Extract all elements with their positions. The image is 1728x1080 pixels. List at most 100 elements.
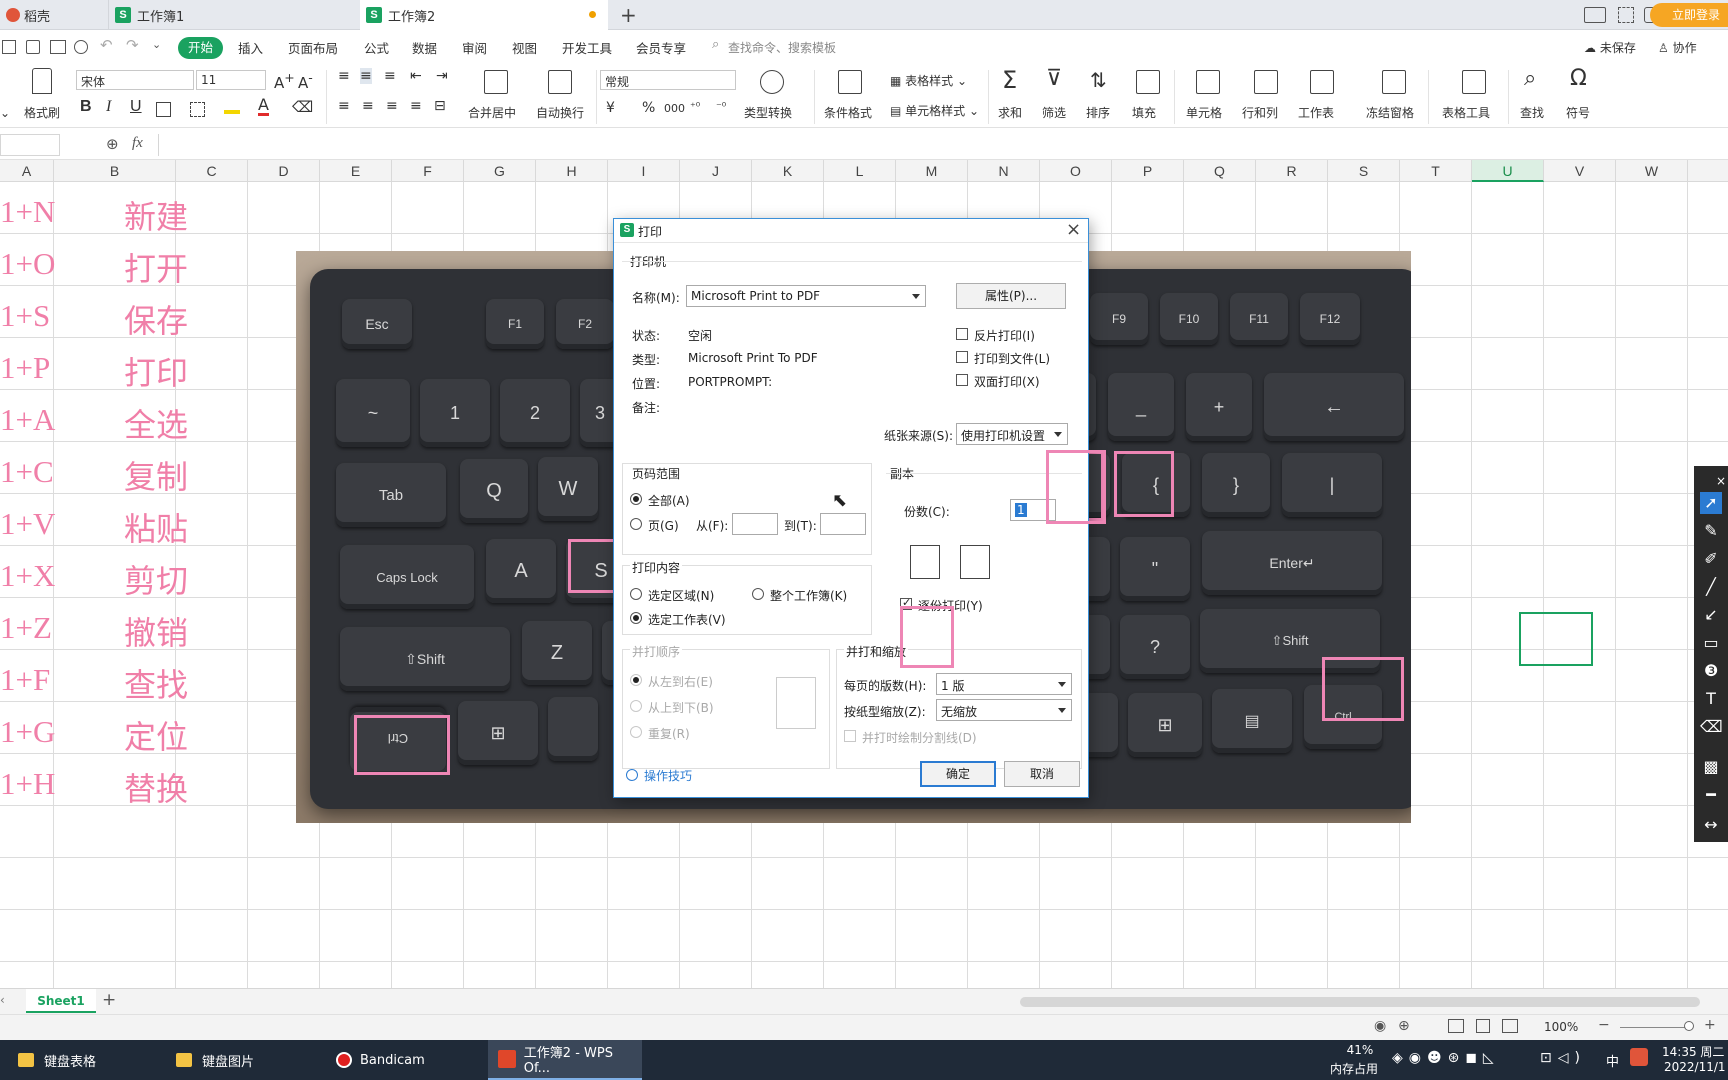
tips-link[interactable]: 操作技巧: [644, 767, 692, 784]
top-to-bottom-radio[interactable]: [630, 700, 642, 712]
line-width-icon[interactable]: ━: [1700, 784, 1722, 806]
decrease-decimal-icon[interactable]: ⁻⁰: [716, 100, 726, 113]
collaborate-button[interactable]: ♙ 协作: [1658, 39, 1697, 56]
format-painter-button[interactable]: 格式刷: [24, 104, 60, 121]
printer-name-select[interactable]: Microsoft Print to PDF: [686, 285, 926, 307]
export-icon[interactable]: [26, 40, 40, 54]
column-header-i[interactable]: I: [608, 160, 680, 182]
cell-b7[interactable]: 粘贴: [124, 504, 188, 550]
column-header-n[interactable]: N: [968, 160, 1040, 182]
align-center-icon[interactable]: ≡: [362, 98, 374, 114]
paper-source-select[interactable]: 使用打印机设置: [956, 423, 1068, 445]
taskbar-item-bandicam[interactable]: Bandicam: [326, 1040, 486, 1080]
align-top-icon[interactable]: ≡: [338, 68, 350, 84]
menu-member[interactable]: 会员专享: [636, 38, 686, 57]
sheet-tab-sheet1[interactable]: Sheet1: [26, 989, 96, 1013]
undo-icon[interactable]: ↶: [100, 36, 113, 54]
print-preview-icon[interactable]: [74, 40, 88, 54]
column-header-s[interactable]: S: [1328, 160, 1400, 182]
color-picker-icon[interactable]: ▩: [1700, 756, 1722, 778]
eraser-icon[interactable]: ⌫: [1700, 716, 1723, 738]
menu-data[interactable]: 数据: [412, 38, 437, 57]
draw-borders-checkbox[interactable]: [844, 730, 856, 742]
cloud-unsaved-status[interactable]: ☁ 未保存: [1584, 39, 1636, 56]
selection-radio[interactable]: [630, 588, 642, 600]
increase-font-icon[interactable]: A+: [274, 70, 295, 92]
taskbar-item-keyboard-images[interactable]: 键盘图片: [162, 1040, 322, 1080]
distributed-icon[interactable]: ⊟: [434, 98, 446, 114]
conditional-format-button[interactable]: 条件格式: [824, 104, 872, 121]
symbol-button[interactable]: 符号: [1566, 104, 1590, 121]
column-header-v[interactable]: V: [1544, 160, 1616, 182]
reverse-print-checkbox[interactable]: [956, 328, 968, 340]
login-button[interactable]: 立即登录: [1649, 3, 1728, 27]
pages-radio[interactable]: [630, 518, 642, 530]
decrease-font-icon[interactable]: A-: [298, 70, 313, 92]
column-header-u[interactable]: U: [1472, 160, 1544, 182]
all-pages-radio[interactable]: [630, 493, 642, 505]
to-page-input[interactable]: [820, 513, 866, 535]
from-page-input[interactable]: [732, 513, 778, 535]
column-header-w[interactable]: W: [1616, 160, 1688, 182]
column-header-d[interactable]: D: [248, 160, 320, 182]
taskbar-item-keyboard-table[interactable]: 键盘表格: [0, 1040, 160, 1080]
align-bottom-icon[interactable]: ≡: [384, 68, 396, 84]
fx-icon[interactable]: fx: [132, 135, 143, 152]
cell-a5[interactable]: 1+A: [0, 402, 55, 438]
highlighter-icon[interactable]: ✐: [1700, 548, 1722, 570]
paste-dropdown[interactable]: ⌄: [0, 106, 10, 120]
line-icon[interactable]: ╱: [1700, 576, 1722, 598]
cell-a7[interactable]: 1+V: [0, 506, 55, 542]
decrease-indent-icon[interactable]: ⇤: [410, 68, 422, 84]
underline-button[interactable]: U: [130, 98, 142, 116]
justify-icon[interactable]: ≡: [410, 98, 422, 114]
table-style-button[interactable]: ▦ 表格样式 ⌄: [890, 72, 967, 89]
cell-a10[interactable]: 1+F: [0, 662, 50, 698]
cell-a3[interactable]: 1+S: [0, 298, 50, 334]
ime-indicator[interactable]: 中: [1606, 1051, 1619, 1070]
column-header-f[interactable]: F: [392, 160, 464, 182]
add-sheet-button[interactable]: +: [102, 990, 116, 1010]
clock-date[interactable]: 2022/11/1: [1664, 1060, 1726, 1074]
quick-access-dropdown-icon[interactable]: ⌄: [152, 38, 161, 51]
column-header-g[interactable]: G: [464, 160, 536, 182]
tab-workbook1[interactable]: S 工作簿1: [108, 0, 358, 30]
network-volume-icons[interactable]: ⊡◁): [1540, 1050, 1586, 1066]
cell-b6[interactable]: 复制: [124, 452, 188, 498]
worksheet-button[interactable]: 工作表: [1298, 104, 1334, 121]
text-icon[interactable]: T: [1700, 688, 1722, 710]
menu-home[interactable]: 开始: [178, 37, 224, 59]
scroll-left-icon[interactable]: ‹: [0, 993, 5, 1007]
fill-color-icon[interactable]: [224, 102, 240, 114]
column-header-b[interactable]: B: [54, 160, 176, 182]
horizontal-scrollbar[interactable]: [1020, 997, 1700, 1007]
column-header-a[interactable]: A: [0, 160, 54, 182]
clear-format-icon[interactable]: ⌫: [292, 98, 313, 116]
close-icon[interactable]: ×: [1066, 219, 1081, 240]
number-format-select[interactable]: 常规: [600, 70, 736, 90]
input-method-icon[interactable]: ⊕: [1398, 1018, 1410, 1034]
repeat-radio[interactable]: [630, 726, 642, 738]
cell-b5[interactable]: 全选: [124, 400, 188, 446]
cell-b2[interactable]: 打开: [124, 244, 188, 290]
thousands-button[interactable]: 000: [664, 102, 685, 115]
sum-button[interactable]: 求和: [998, 104, 1022, 121]
cell-a12[interactable]: 1+H: [0, 766, 55, 802]
zoom-formula-icon[interactable]: ⊕: [106, 135, 119, 153]
column-header-r[interactable]: R: [1256, 160, 1328, 182]
normal-view-icon[interactable]: [1448, 1019, 1464, 1033]
zoom-slider-handle[interactable]: [1684, 1021, 1694, 1031]
cell-b9[interactable]: 撤销: [124, 608, 188, 654]
zoom-level[interactable]: 100%: [1544, 1020, 1578, 1034]
eye-protection-icon[interactable]: ◉: [1374, 1018, 1386, 1034]
menu-formula[interactable]: 公式: [364, 38, 389, 57]
tab-daoke[interactable]: 稻壳: [0, 0, 108, 30]
font-name-select[interactable]: 宋体: [76, 70, 194, 90]
command-search-input[interactable]: 查找命令、搜索模板: [728, 39, 836, 56]
find-button[interactable]: 查找: [1520, 104, 1544, 121]
cell-a2[interactable]: 1+O: [0, 246, 55, 282]
cell-b11[interactable]: 定位: [124, 712, 188, 758]
dialog-title-bar[interactable]: S 打印 ×: [614, 219, 1088, 243]
cell-style-button[interactable]: ▤ 单元格样式 ⌄: [890, 102, 979, 119]
properties-button[interactable]: 属性(P)...: [956, 283, 1066, 309]
